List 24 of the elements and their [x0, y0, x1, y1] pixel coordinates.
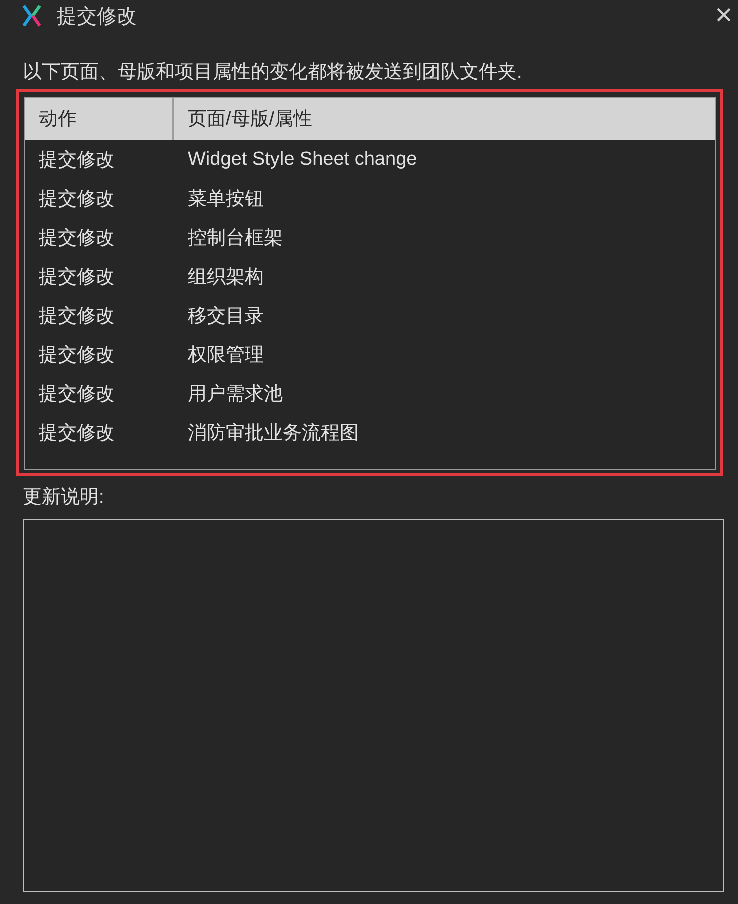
table-cell-text: 组织架构 [187, 266, 264, 290]
table-cell-text: 提交修改 [38, 188, 116, 212]
notes-field[interactable] [23, 519, 724, 892]
table-cell-text: 菜单按钮 [187, 188, 264, 212]
table-cell-text: 控制台框架 [187, 226, 283, 250]
close-button[interactable]: × [712, 4, 736, 28]
table-cell-text: 用户需求池 [187, 382, 283, 406]
column-header: 动作 [25, 98, 174, 140]
table-cell-text: 提交修改 [38, 344, 116, 368]
table-cell-text: 提交修改 [38, 226, 116, 250]
table-cell-text: 权限管理 [187, 344, 264, 368]
table-cell-text: 提交修改 [38, 304, 116, 328]
table-cell-text: 提交修改 [38, 148, 116, 172]
column-header: 页面/母版/属性 [187, 108, 313, 132]
table-cell-text: 提交修改 [38, 422, 116, 446]
notes-label: 更新说明: [23, 486, 106, 510]
table-cell-text: 提交修改 [38, 382, 116, 406]
logo-icon [22, 5, 42, 27]
table-cell-text: 提交修改 [38, 266, 116, 290]
table-cell-text: Widget Style Sheet change [187, 148, 418, 170]
window-title: 提交修改 [57, 4, 137, 30]
table-cell-text: 移交目录 [187, 304, 264, 328]
description-text: 以下页面、母版和项目属性的变化都将被发送到团队文件夹. [23, 61, 524, 85]
table-cell-text: 消防审批业务流程图 [187, 422, 359, 446]
